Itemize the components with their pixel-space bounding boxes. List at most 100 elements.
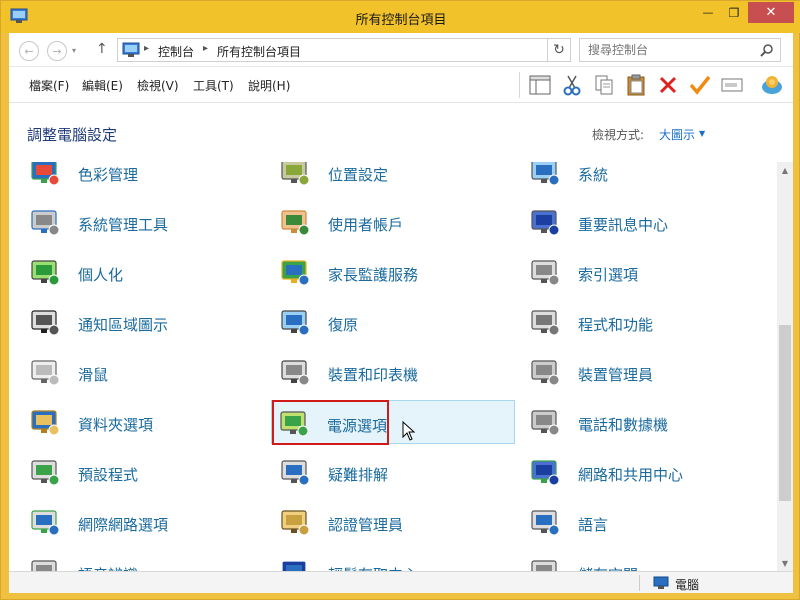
breadcrumb-control-panel[interactable]: 控制台	[158, 43, 194, 60]
user-accounts-icon	[279, 206, 311, 238]
scroll-up-icon[interactable]: ▲	[777, 162, 793, 178]
control-panel-item-label: 裝置管理員	[578, 366, 654, 384]
computer-icon	[653, 576, 669, 589]
control-panel-item[interactable]: 使用者帳戶	[273, 200, 513, 244]
layout-button[interactable]	[527, 72, 553, 98]
maximize-icon: ❐	[728, 5, 740, 20]
breadcrumb-separator-icon[interactable]: ▸	[144, 43, 149, 54]
menu-tools[interactable]: 工具(T)	[193, 77, 234, 94]
properties-button[interactable]	[687, 72, 713, 98]
control-panel-item[interactable]: 系統	[523, 162, 763, 194]
control-panel-item-label: 疑難排解	[328, 466, 389, 484]
refresh-icon: ↻	[553, 42, 565, 58]
control-panel-window: 所有控制台項目 — ❐ ✕ ← → ▾ ↑ ▸ 控制台 ▸ 所有控制台項目 ↻ …	[0, 0, 800, 600]
programs-features-icon	[529, 306, 561, 338]
control-panel-icon	[122, 42, 140, 57]
control-panel-item[interactable]: 語言	[523, 500, 763, 544]
address-field[interactable]: ▸ 控制台 ▸ 所有控制台項目	[117, 38, 548, 62]
action-center-flag-icon	[529, 206, 561, 238]
menu-edit[interactable]: 編輯(E)	[82, 77, 123, 94]
maximize-button[interactable]: ❐	[721, 2, 747, 23]
back-button[interactable]: ←	[19, 41, 39, 61]
control-panel-item-label: 語言	[578, 516, 609, 534]
menu-help[interactable]: 說明(H)	[248, 77, 290, 94]
view-by-dropdown[interactable]: 大圖示	[659, 126, 695, 143]
forward-button[interactable]: →	[47, 41, 67, 61]
control-panel-item[interactable]: 程式和功能	[523, 300, 763, 344]
control-panel-item-label: 通知區域圖示	[78, 316, 169, 334]
control-panel-item[interactable]: 預設程式	[23, 450, 263, 494]
title-bar[interactable]: 所有控制台項目 — ❐ ✕	[1, 1, 800, 33]
search-input[interactable]	[580, 39, 760, 61]
control-panel-item[interactable]: 認證管理員	[273, 500, 513, 544]
control-panel-item[interactable]: 索引選項	[523, 250, 763, 294]
scroll-down-icon[interactable]: ▼	[777, 555, 793, 571]
internet-options-icon	[762, 76, 782, 94]
search-box[interactable]	[579, 38, 781, 62]
search-icon[interactable]	[760, 43, 774, 57]
control-panel-item-label: 電話和數據機	[578, 416, 669, 434]
internet-options-button[interactable]	[759, 72, 785, 98]
troubleshooting-icon	[279, 456, 311, 488]
copy-button[interactable]	[591, 72, 617, 98]
cut-button[interactable]	[559, 72, 585, 98]
personalization-icon	[29, 256, 61, 288]
control-panel-item[interactable]: 系統管理工具	[23, 200, 263, 244]
control-panel-item[interactable]: 個人化	[23, 250, 263, 294]
control-panel-item[interactable]: 電話和數據機	[523, 400, 763, 444]
color-management-icon	[29, 162, 61, 188]
control-panel-item-label: 程式和功能	[578, 316, 654, 334]
forward-arrow-icon: →	[52, 44, 62, 58]
control-panel-item[interactable]: 家長監護服務	[273, 250, 513, 294]
red-highlight-annotation	[272, 400, 389, 445]
control-panel-item[interactable]: 裝置管理員	[523, 350, 763, 394]
menu-view[interactable]: 檢視(V)	[137, 77, 179, 94]
internet-options-globe-icon	[29, 506, 61, 538]
control-panel-item[interactable]: 重要訊息中心	[523, 200, 763, 244]
rename-button[interactable]	[719, 72, 745, 98]
rename-icon	[721, 78, 743, 92]
device-manager-icon	[529, 356, 561, 388]
control-panel-item[interactable]: 滑鼠	[23, 350, 263, 394]
admin-tools-icon	[29, 206, 61, 238]
control-panel-item[interactable]: 儲存空間	[523, 550, 763, 571]
chevron-down-icon[interactable]: ▼	[699, 129, 705, 138]
notification-area-icon	[29, 306, 61, 338]
up-arrow-icon[interactable]: ↑	[96, 41, 108, 57]
control-panel-item[interactable]: 疑難排解	[273, 450, 513, 494]
control-panel-item[interactable]: 語音辨識	[23, 550, 263, 571]
control-panel-item-label: 儲存空間	[578, 564, 638, 571]
layout-icon	[529, 75, 551, 95]
refresh-button[interactable]: ↻	[547, 38, 571, 62]
control-panel-item-label: 網路和共用中心	[578, 466, 684, 484]
control-panel-item[interactable]: 網際網路選項	[23, 500, 263, 544]
control-panel-item-label: 滑鼠	[78, 366, 109, 384]
vertical-scrollbar[interactable]: ▲ ▼	[777, 162, 793, 571]
delete-button[interactable]	[655, 72, 681, 98]
recent-locations-chevron-icon[interactable]: ▾	[72, 46, 76, 55]
control-panel-item[interactable]: 網路和共用中心	[523, 450, 763, 494]
control-panel-items-grid: 儲存空間 輕鬆存取中心 語音辨識 語言 認證管理員 網際網路選項 網路和共用中心…	[9, 162, 793, 571]
phone-modem-icon	[529, 406, 561, 438]
minimize-button[interactable]: —	[695, 2, 721, 23]
scrollbar-thumb[interactable]	[779, 325, 791, 501]
breadcrumb-all-items[interactable]: 所有控制台項目	[217, 43, 301, 60]
control-panel-item[interactable]: 通知區域圖示	[23, 300, 263, 344]
delete-icon	[659, 76, 677, 94]
control-panel-item[interactable]: 裝置和印表機	[273, 350, 513, 394]
control-panel-item[interactable]: 輕鬆存取中心	[273, 550, 513, 571]
close-button[interactable]: ✕	[748, 2, 794, 23]
paste-button[interactable]	[623, 72, 649, 98]
control-panel-item-label: 裝置和印表機	[328, 366, 419, 384]
control-panel-item[interactable]: 位置設定	[273, 162, 513, 194]
control-panel-item[interactable]: 色彩管理	[23, 162, 263, 194]
breadcrumb-separator-icon[interactable]: ▸	[203, 43, 208, 54]
menu-bar: 檔案(F) 編輯(E) 檢視(V) 工具(T) 說明(H)	[9, 66, 793, 102]
mouse-pointer-icon	[402, 421, 416, 441]
credential-manager-icon	[279, 506, 311, 538]
menu-file[interactable]: 檔案(F)	[29, 77, 69, 94]
control-panel-item[interactable]: 復原	[273, 300, 513, 344]
control-panel-item-label: 認證管理員	[328, 516, 404, 534]
control-panel-item[interactable]: 資料夾選項	[23, 400, 263, 444]
paste-icon	[627, 74, 645, 96]
